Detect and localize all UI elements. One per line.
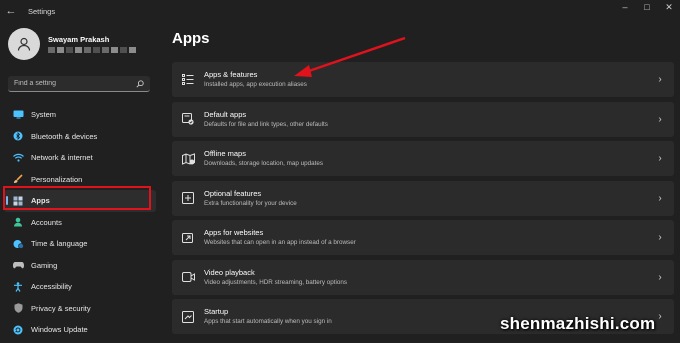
sidebar-item-label: Privacy & security: [31, 303, 91, 313]
map-icon: [181, 152, 195, 166]
settings-list: Apps & features Installed apps, app exec…: [172, 62, 674, 339]
apps-highlight-annotation: [3, 186, 151, 210]
open-in-app-icon: [181, 231, 195, 245]
profile-name: Swayam Prakash: [48, 35, 110, 44]
card-title: Optional features: [204, 188, 262, 198]
shield-icon: [12, 303, 24, 314]
sidebar-item-windows-update[interactable]: Windows Update: [0, 319, 160, 341]
card-title: Apps for websites: [204, 228, 264, 237]
search-icon: [136, 79, 144, 88]
accessibility-icon: [12, 281, 24, 292]
bluetooth-icon: [12, 131, 24, 141]
sidebar-item-gaming[interactable]: Gaming: [0, 255, 160, 277]
search-box[interactable]: [8, 76, 150, 92]
chevron-right-icon: ›: [658, 232, 662, 243]
back-button[interactable]: ←: [0, 0, 22, 22]
sidebar-item-accessibility[interactable]: Accessibility: [0, 276, 160, 298]
sidebar-item-privacy[interactable]: Privacy & security: [0, 298, 160, 320]
chevron-right-icon: ›: [658, 113, 662, 125]
back-arrow-icon: ←: [5, 5, 17, 17]
sidebar-item-label: Accessibility: [31, 282, 72, 292]
card-title: Offline maps: [204, 149, 246, 158]
card-default-apps[interactable]: Default apps Defaults for file and link …: [172, 101, 674, 137]
minimize-icon[interactable]: –: [614, 0, 636, 14]
profile-email-redacted: [48, 47, 136, 53]
sidebar-item-system[interactable]: System: [0, 104, 160, 126]
window-title: Settings: [28, 6, 56, 16]
card-title: Video playback: [204, 267, 255, 277]
sidebar-item-time-language[interactable]: Time & language: [0, 233, 160, 255]
sidebar-item-bluetooth[interactable]: Bluetooth & devices: [0, 126, 160, 148]
card-subtitle: Video adjustments, HDR streaming, batter…: [204, 278, 348, 286]
chevron-right-icon: ›: [658, 271, 662, 283]
card-apps-features[interactable]: Apps & features Installed apps, app exec…: [172, 62, 674, 97]
user-profile[interactable]: Swayam Prakash: [8, 28, 136, 60]
title-bar: ← Settings – □ ✕: [0, 0, 680, 22]
sidebar-nav: System Bluetooth & devices Network & int…: [0, 104, 160, 341]
gamepad-icon: [12, 260, 24, 270]
clock-globe-icon: [12, 239, 24, 249]
video-icon: [181, 270, 195, 284]
card-optional-features[interactable]: Optional features Extra functionality fo…: [172, 180, 674, 216]
monitor-icon: [12, 110, 24, 120]
watermark: shenmazhishi.com: [500, 314, 656, 333]
card-subtitle: Defaults for file and link types, other …: [204, 120, 328, 128]
person-icon: [12, 217, 24, 227]
list-icon: [181, 73, 195, 87]
search-input[interactable]: [14, 80, 136, 87]
page-title: Apps: [172, 30, 210, 47]
card-title: Apps & features: [204, 70, 258, 79]
card-offline-maps[interactable]: Offline maps Downloads, storage location…: [172, 141, 674, 176]
sidebar-item-label: Time & language: [31, 239, 88, 249]
card-subtitle: Websites that can open in an app instead…: [204, 239, 356, 246]
wifi-icon: [12, 153, 24, 163]
startup-icon: [181, 310, 195, 324]
sidebar-item-label: Network & internet: [31, 153, 93, 163]
brush-icon: [12, 174, 24, 184]
sidebar-item-accounts[interactable]: Accounts: [0, 212, 160, 234]
maximize-icon[interactable]: □: [636, 0, 658, 14]
card-video-playback[interactable]: Video playback Video adjustments, HDR st…: [172, 259, 674, 295]
card-apps-for-websites[interactable]: Apps for websites Websites that can open…: [172, 220, 674, 255]
card-subtitle: Downloads, storage location, map updates: [204, 160, 324, 167]
sidebar-item-label: Personalization: [31, 174, 83, 184]
default-apps-icon: [181, 112, 195, 126]
add-box-icon: [181, 191, 195, 205]
avatar: [8, 28, 40, 60]
chevron-right-icon: ›: [658, 153, 662, 164]
sidebar-item-label: System: [31, 110, 57, 120]
update-icon: [12, 325, 24, 335]
card-title: Default apps: [204, 109, 247, 119]
card-subtitle: Extra functionality for your device: [204, 199, 297, 207]
card-subtitle: Installed apps, app execution aliases: [204, 81, 307, 88]
sidebar-item-label: Accounts: [31, 217, 62, 227]
window-controls: – □ ✕: [614, 0, 680, 14]
person-icon: [17, 37, 31, 51]
chevron-right-icon: ›: [658, 74, 662, 85]
sidebar-item-label: Windows Update: [31, 325, 88, 335]
close-icon[interactable]: ✕: [658, 0, 680, 14]
sidebar-item-label: Bluetooth & devices: [31, 131, 98, 141]
sidebar-item-network[interactable]: Network & internet: [0, 147, 160, 169]
sidebar-item-label: Gaming: [31, 260, 58, 270]
chevron-right-icon: ›: [658, 192, 662, 204]
